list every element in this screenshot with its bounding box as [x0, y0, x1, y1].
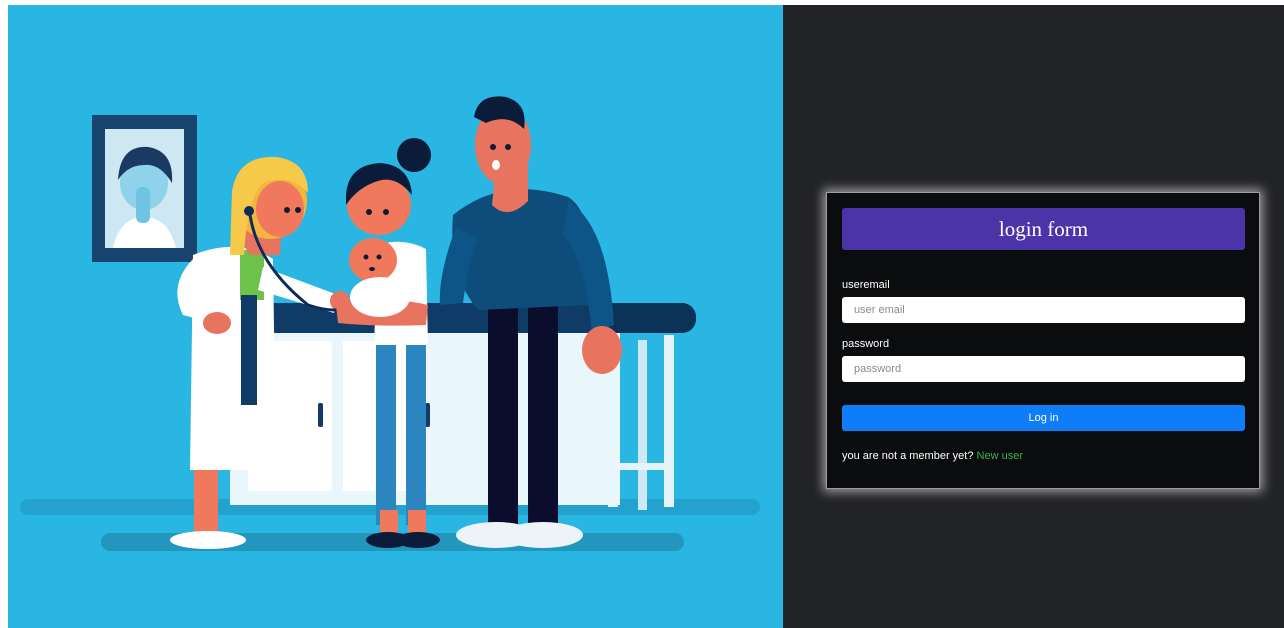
login-button[interactable]: Log in [842, 405, 1245, 431]
password-label: password [842, 338, 890, 350]
clinic-illustration [8, 5, 783, 628]
wall-picture-frame [92, 115, 197, 262]
password-field[interactable] [842, 356, 1245, 382]
login-form-title: login form [842, 208, 1245, 250]
email-label: useremail [842, 279, 890, 291]
new-user-link[interactable]: New user [977, 450, 1023, 462]
signup-prompt-text: you are not a member yet? [842, 450, 974, 462]
hero-illustration-panel [8, 5, 783, 628]
signup-prompt-line: you are not a member yet? New user [842, 450, 1023, 462]
login-card: login form useremail password Log in you… [826, 192, 1260, 489]
login-panel: login form useremail password Log in you… [783, 5, 1284, 628]
email-field[interactable] [842, 297, 1245, 323]
